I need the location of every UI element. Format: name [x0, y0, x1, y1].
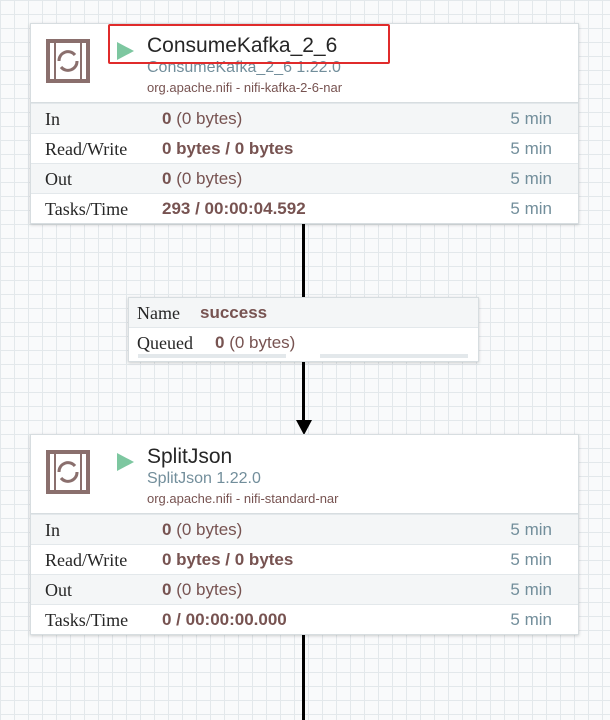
- stat-value-tasks: 293 / 00:00:04.592: [162, 199, 306, 218]
- stat-row-out: Out 0 (0 bytes) 5 min: [31, 574, 578, 605]
- stat-label-out: Out: [45, 580, 72, 600]
- stat-window-in: 5 min: [510, 520, 552, 539]
- stat-window-out: 5 min: [510, 169, 552, 188]
- connection-line-lower[interactable]: [302, 360, 305, 422]
- stat-value-read-write: 0 bytes / 0 bytes: [162, 139, 294, 158]
- stat-row-read-write: Read/Write 0 bytes / 0 bytes 5 min: [31, 134, 578, 163]
- stat-value-read-write: 0 bytes / 0 bytes: [162, 550, 294, 569]
- stat-value-tasks: 0 / 00:00:00.000: [162, 610, 287, 629]
- stat-label-tasks: Tasks/Time: [45, 610, 129, 630]
- connection-label[interactable]: Name success Queued 0 (0 bytes): [128, 297, 479, 362]
- stat-label-read-write: Read/Write: [45, 139, 128, 159]
- stat-label-in: In: [45, 109, 60, 129]
- stat-row-out: Out 0 (0 bytes) 5 min: [31, 163, 578, 194]
- connection-queued-label: Queued: [137, 333, 193, 353]
- running-play-icon: [117, 453, 134, 471]
- stat-window-read-write: 5 min: [510, 139, 552, 158]
- processor-splitjson[interactable]: SplitJson SplitJson 1.22.0 org.apache.ni…: [30, 434, 579, 635]
- stat-window-out: 5 min: [510, 580, 552, 599]
- processor-icon: [46, 450, 90, 494]
- processor-name: SplitJson: [147, 445, 233, 468]
- stat-label-out: Out: [45, 169, 72, 189]
- stat-row-read-write: Read/Write 0 bytes / 0 bytes 5 min: [31, 545, 578, 574]
- highlight-box: [108, 24, 390, 64]
- connection-arrowhead: [296, 420, 312, 435]
- stat-label-in: In: [45, 520, 60, 540]
- connection-queued-row: Queued 0 (0 bytes): [129, 328, 478, 357]
- processor-header: SplitJson SplitJson 1.22.0 org.apache.ni…: [31, 435, 578, 514]
- connection-name-label: Name: [137, 303, 180, 323]
- stat-value-in: 0 (0 bytes): [162, 520, 243, 539]
- processor-bundle: org.apache.nifi - nifi-kafka-2-6-nar: [147, 80, 343, 95]
- stat-window-tasks: 5 min: [510, 199, 552, 218]
- processor-bundle: org.apache.nifi - nifi-standard-nar: [147, 491, 339, 506]
- stat-row-tasks: Tasks/Time 293 / 00:00:04.592 5 min: [31, 194, 578, 223]
- stat-label-read-write: Read/Write: [45, 550, 128, 570]
- stat-value-out: 0 (0 bytes): [162, 580, 243, 599]
- stat-value-in: 0 (0 bytes): [162, 109, 243, 128]
- connection-line-upper[interactable]: [302, 222, 305, 297]
- stat-value-out: 0 (0 bytes): [162, 169, 243, 188]
- connection-queued-value: 0 (0 bytes): [215, 333, 296, 352]
- connection-name-value: success: [200, 303, 268, 322]
- queue-count-bar: [138, 354, 286, 358]
- stat-row-in: In 0 (0 bytes) 5 min: [31, 514, 578, 545]
- processor-type: SplitJson 1.22.0: [147, 470, 261, 487]
- processor-icon: [46, 39, 90, 83]
- stat-window-read-write: 5 min: [510, 550, 552, 569]
- outgoing-connection-line[interactable]: [302, 633, 305, 720]
- queue-size-bar: [320, 354, 468, 358]
- stat-window-tasks: 5 min: [510, 610, 552, 629]
- stat-window-in: 5 min: [510, 109, 552, 128]
- stat-row-tasks: Tasks/Time 0 / 00:00:00.000 5 min: [31, 605, 578, 634]
- stat-label-tasks: Tasks/Time: [45, 199, 129, 219]
- stat-row-in: In 0 (0 bytes) 5 min: [31, 103, 578, 134]
- connection-name-row: Name success: [129, 298, 478, 328]
